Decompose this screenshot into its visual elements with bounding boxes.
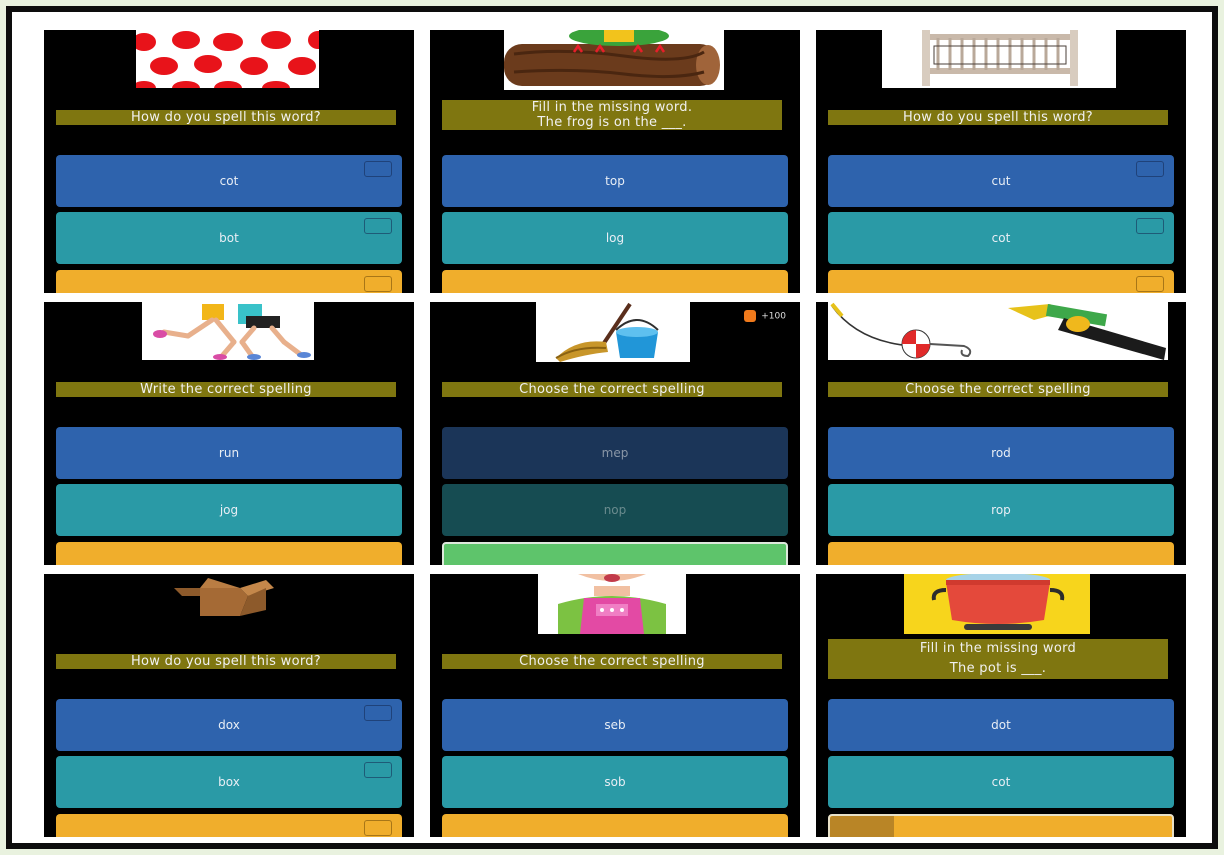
option-label: log	[605, 231, 625, 245]
quiz-panel-5: +100 Choose the correct spelling mep nop	[430, 302, 800, 565]
collage-frame: How do you spell this word? cot bot Fill…	[6, 6, 1218, 849]
cardboard-box-icon	[170, 574, 280, 618]
option-checkbox[interactable]	[364, 762, 392, 778]
girl-sobbing-icon	[538, 574, 686, 634]
coin-counter: +100	[744, 310, 786, 322]
quiz-panel-6: Choose the correct spelling rod rop	[816, 302, 1186, 565]
prompt-text: Choose the correct spelling	[905, 382, 1091, 397]
answer-option-2[interactable]: rop	[828, 484, 1174, 536]
option-label: rod	[991, 446, 1011, 460]
crib-icon	[882, 30, 1116, 88]
coin-icon	[744, 310, 757, 322]
quiz-panel-1: How do you spell this word? cot bot	[44, 30, 414, 293]
question-prompt: Fill in the missing word The pot is ___.	[828, 639, 1168, 679]
option-checkbox[interactable]	[1136, 161, 1164, 177]
question-prompt: Write the correct spelling	[56, 382, 396, 397]
frog-on-log-icon	[504, 30, 724, 90]
option-label: cot	[991, 775, 1011, 789]
option-label: box	[218, 775, 240, 789]
question-prompt: Choose the correct spelling	[828, 382, 1168, 397]
answer-option-2[interactable]: bot	[56, 212, 402, 264]
answer-option-3[interactable]	[56, 814, 402, 837]
option-checkbox[interactable]	[364, 218, 392, 234]
answer-option-3-correct[interactable]	[442, 542, 788, 565]
option-label: seb	[604, 718, 626, 732]
option-checkbox[interactable]	[1136, 218, 1164, 234]
fishing-rod-icon	[828, 302, 1168, 360]
question-prompt: How do you spell this word?	[828, 110, 1168, 125]
answer-option-3[interactable]	[442, 814, 788, 837]
answer-option-3[interactable]	[828, 814, 1174, 837]
answer-option-2[interactable]: sob	[442, 756, 788, 808]
quiz-panel-2: Fill in the missing word. The frog is on…	[430, 30, 800, 293]
prompt-text: Choose the correct spelling	[519, 654, 705, 669]
option-checkbox[interactable]	[364, 276, 392, 292]
option-label: sob	[604, 775, 626, 789]
option-label: jog	[219, 503, 239, 517]
question-prompt: How do you spell this word?	[56, 654, 396, 669]
prompt-text-line-2: The frog is on the ___.	[537, 115, 687, 130]
answer-option-2[interactable]: cot	[828, 756, 1174, 808]
quiz-panel-7: How do you spell this word? dox box	[44, 574, 414, 837]
answer-option-2[interactable]: cot	[828, 212, 1174, 264]
quiz-panel-9: Fill in the missing word The pot is ___.…	[816, 574, 1186, 837]
option-checkbox[interactable]	[1136, 276, 1164, 292]
question-prompt: Choose the correct spelling	[442, 382, 782, 397]
mop-bucket-icon	[536, 302, 690, 362]
option-checkbox[interactable]	[364, 161, 392, 177]
answer-option-2[interactable]: jog	[56, 484, 402, 536]
option-label: nop	[603, 503, 627, 517]
answer-option-3[interactable]	[56, 542, 402, 565]
option-checkbox[interactable]	[364, 820, 392, 836]
polka-dot-pattern-icon	[136, 30, 319, 88]
runners-icon	[142, 302, 314, 360]
prompt-text: Write the correct spelling	[140, 382, 312, 397]
prompt-text-line-2: The pot is ___.	[949, 661, 1047, 676]
answer-option-1[interactable]: run	[56, 427, 402, 479]
answer-option-2[interactable]: log	[442, 212, 788, 264]
answer-option-1[interactable]: top	[442, 155, 788, 207]
option-label: cot	[219, 174, 239, 188]
quiz-panel-8: Choose the correct spelling seb sob	[430, 574, 800, 837]
answer-option-3[interactable]	[828, 542, 1174, 565]
question-prompt: Choose the correct spelling	[442, 654, 782, 669]
quiz-panel-3: How do you spell this word? cut cot	[816, 30, 1186, 293]
question-prompt: How do you spell this word?	[56, 110, 396, 125]
prompt-text: How do you spell this word?	[902, 110, 1094, 125]
answer-option-1[interactable]: cut	[828, 155, 1174, 207]
option-label: rop	[991, 503, 1011, 517]
pot-icon	[904, 574, 1090, 634]
option-label: run	[218, 446, 240, 460]
answer-option-1[interactable]: dot	[828, 699, 1174, 751]
answer-option-2[interactable]: nop	[442, 484, 788, 536]
collage-grid: How do you spell this word? cot bot Fill…	[12, 12, 1212, 843]
answer-option-1[interactable]: rod	[828, 427, 1174, 479]
prompt-text: How do you spell this word?	[130, 110, 322, 125]
answer-option-3[interactable]	[442, 270, 788, 293]
prompt-text: Choose the correct spelling	[519, 382, 705, 397]
option-label: dot	[991, 718, 1011, 732]
option-checkbox[interactable]	[364, 705, 392, 721]
coin-amount: +100	[761, 311, 786, 322]
option-label: dox	[218, 718, 240, 732]
prompt-text: How do you spell this word?	[130, 654, 322, 669]
option-label: top	[605, 174, 625, 188]
answer-progress-fill	[830, 816, 894, 837]
answer-option-1[interactable]: mep	[442, 427, 788, 479]
answer-option-1[interactable]: dox	[56, 699, 402, 751]
answer-option-1[interactable]: cot	[56, 155, 402, 207]
option-label: cot	[991, 231, 1011, 245]
answer-option-2[interactable]: box	[56, 756, 402, 808]
option-label: bot	[219, 231, 239, 245]
prompt-text: Fill in the missing word	[919, 641, 1077, 656]
answer-option-3[interactable]	[828, 270, 1174, 293]
option-label: mep	[601, 446, 629, 460]
quiz-panel-4: Write the correct spelling run jog	[44, 302, 414, 565]
question-prompt: Fill in the missing word. The frog is on…	[442, 100, 782, 130]
option-label: cut	[991, 174, 1011, 188]
answer-option-1[interactable]: seb	[442, 699, 788, 751]
answer-option-3[interactable]	[56, 270, 402, 293]
prompt-text: Fill in the missing word.	[531, 100, 693, 115]
